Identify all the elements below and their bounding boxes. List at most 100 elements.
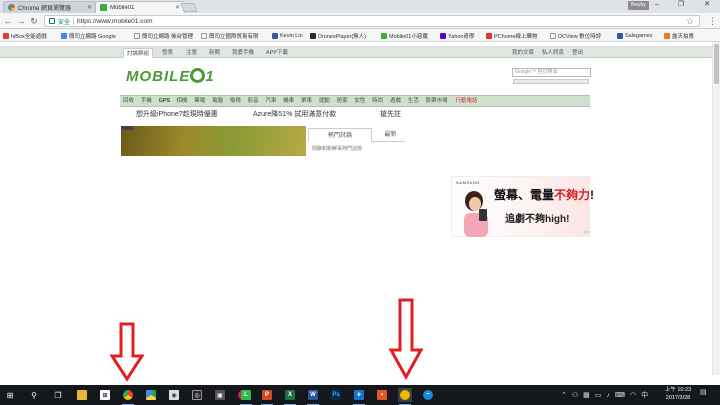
bookmark-item[interactable]: DCView 數位時評 (550, 31, 613, 40)
promo-link[interactable]: Azure降51% 試用滿意付款 (253, 108, 336, 122)
chrome-menu-icon[interactable]: ⋮ (708, 15, 717, 27)
bookmark-label: 簡司立網路 Google (69, 33, 116, 40)
chrome-canary-icon[interactable] (398, 388, 412, 405)
photoshop-icon[interactable]: Ps (329, 388, 343, 402)
close-window-icon[interactable]: ✕ (698, 0, 716, 10)
url-text[interactable]: https://www.mobile01.com (77, 18, 153, 25)
category-item[interactable]: 單車 (301, 96, 319, 106)
powerpoint-icon[interactable]: P (260, 388, 274, 405)
battery-icon[interactable]: ▭ (595, 391, 602, 399)
search-input[interactable]: Google™ 自訂搜尋 (512, 68, 591, 77)
nav-item[interactable]: 發表 (162, 48, 173, 58)
bookmark-item[interactable]: hiBox全能遊戲 (3, 31, 57, 40)
chevron-up-icon[interactable]: ⌃ (561, 391, 567, 399)
tab-chrome[interactable]: Chrome 網頁瀏覽器 ✕ (3, 1, 97, 13)
edge-icon[interactable]: e (352, 388, 366, 405)
category-item[interactable]: 生活 (408, 96, 426, 106)
taskbar-clock[interactable]: 上午 10:23 2017/3/28 (660, 387, 696, 402)
nav-item[interactable]: 我愛手機 (232, 48, 254, 58)
tab-mobile01[interactable]: Mobile01 ✕ (95, 1, 185, 13)
category-item[interactable]: 相機 (176, 96, 194, 106)
bookmark-item[interactable]: DronesPlayer(無人) (310, 31, 377, 40)
logout-link[interactable]: 登出 (572, 48, 583, 58)
category-item[interactable]: 機車 (283, 96, 301, 106)
bookmark-item[interactable]: 露天拍賣 (664, 31, 716, 40)
alienware-icon[interactable]: ◎ (190, 388, 204, 402)
bookmark-item[interactable]: Yahoo奇摩 (440, 31, 484, 40)
nav-item[interactable]: 注意 (186, 48, 197, 58)
back-icon[interactable]: ← (3, 15, 13, 27)
close-icon[interactable]: ✕ (175, 4, 180, 11)
mobile01-logo[interactable]: MOBILE 1 (126, 68, 215, 85)
category-item[interactable]: 遊戲 (390, 96, 408, 106)
drive-icon[interactable] (144, 388, 158, 402)
promo-link[interactable]: 想升級iPhone?趁現時優惠 (136, 108, 218, 122)
bluewave-icon[interactable]: ~ (421, 388, 435, 402)
camera-icon[interactable]: ▣ (213, 388, 227, 402)
minimize-icon[interactable]: – (648, 0, 666, 10)
category-item[interactable]: 回收 (123, 96, 141, 106)
nav-item[interactable]: APP下載 (266, 48, 288, 58)
category-item[interactable]: 運動 (319, 96, 337, 106)
image-controls[interactable] (121, 126, 133, 130)
category-item[interactable]: 股票市場 (426, 96, 456, 106)
keyboard-icon[interactable]: ⌨ (615, 391, 625, 399)
category-item[interactable]: 行動電話 (456, 96, 486, 106)
samsung-ad-banner[interactable]: SAMSUNG 螢幕、電量不夠力! 追劇不夠high! (451, 176, 594, 237)
nav-item[interactable]: 新聞 (209, 48, 220, 58)
category-item[interactable]: 影音 (248, 96, 266, 106)
page-scrollbar[interactable] (712, 42, 720, 375)
close-icon[interactable]: ✕ (87, 4, 92, 11)
line-icon[interactable]: L (239, 388, 253, 405)
bookmark-item[interactable]: 簡司立國際貿易有限 (201, 31, 269, 40)
network-icon[interactable]: ▦ (583, 391, 590, 399)
notification-icon[interactable]: ▤ (700, 388, 712, 402)
featured-image[interactable] (121, 126, 306, 156)
category-item[interactable]: 電視 (230, 96, 248, 106)
category-item[interactable]: 手機 (141, 96, 159, 106)
people-icon[interactable]: ⚇ (572, 391, 578, 399)
onedrive-icon[interactable]: ◉ (167, 388, 181, 402)
nav-item[interactable]: 討論群組 (123, 48, 154, 58)
scroll-thumb[interactable] (714, 44, 719, 84)
chrome-icon[interactable] (121, 388, 135, 405)
task-view-icon[interactable]: ❐ (51, 388, 65, 402)
store-icon[interactable]: ⊞ (98, 388, 112, 402)
category-item[interactable]: 筆電 (194, 96, 212, 106)
category-item[interactable]: 時尚 (372, 96, 390, 106)
file-explorer-icon[interactable] (75, 388, 89, 402)
volume-icon[interactable]: ♪ (606, 392, 610, 399)
search-button[interactable] (513, 79, 589, 84)
bookmark-item[interactable]: Salegamez (617, 31, 661, 40)
profile-button[interactable]: Bwyby (628, 1, 649, 10)
promo-link[interactable]: 搶先註 (380, 108, 405, 122)
address-bar[interactable]: 安全 https://www.mobile01.com ☆ (44, 15, 700, 27)
word-icon[interactable]: W (306, 388, 320, 405)
bookmark-star-icon[interactable]: ☆ (686, 16, 694, 27)
bookmark-item[interactable]: Kevin Lin (272, 31, 306, 40)
category-item[interactable]: 電腦 (212, 96, 230, 106)
ad-choices-icon[interactable]: ▷× (584, 229, 589, 234)
category-item[interactable]: 居家 (337, 96, 355, 106)
bookmark-item[interactable]: PChome線上購物 (486, 31, 548, 40)
my-posts-link[interactable]: 我的文章 (512, 48, 534, 58)
bookmark-item[interactable]: Mobile01小惡魔 (381, 31, 436, 40)
tab-hot-discussions[interactable]: 熱門討論 (308, 128, 372, 142)
reload-icon[interactable]: ↻ (29, 15, 39, 27)
category-item[interactable]: 汽車 (265, 96, 283, 106)
new-tab-button[interactable] (180, 3, 198, 12)
search-icon[interactable]: ⚲ (27, 388, 41, 402)
bookmark-item[interactable]: 簡司立網路 後台管理 (134, 31, 196, 40)
maximize-icon[interactable]: ❐ (672, 0, 690, 10)
category-item[interactable]: 女性 (354, 96, 372, 106)
ime-icon[interactable]: 中 (641, 390, 648, 400)
forward-icon[interactable]: → (16, 15, 26, 27)
excel-icon[interactable]: X (283, 388, 297, 405)
media-icon[interactable]: ▪ (375, 388, 389, 402)
tab-latest[interactable]: 最新 (376, 128, 405, 142)
bookmark-item[interactable]: 簡司立網路 Google (61, 31, 131, 40)
category-item[interactable]: GPS (159, 96, 177, 106)
messages-link[interactable]: 私人訊息 (542, 48, 564, 58)
wifi-icon[interactable]: ◠ (630, 391, 636, 399)
windows-icon[interactable]: ⊞ (3, 388, 17, 402)
